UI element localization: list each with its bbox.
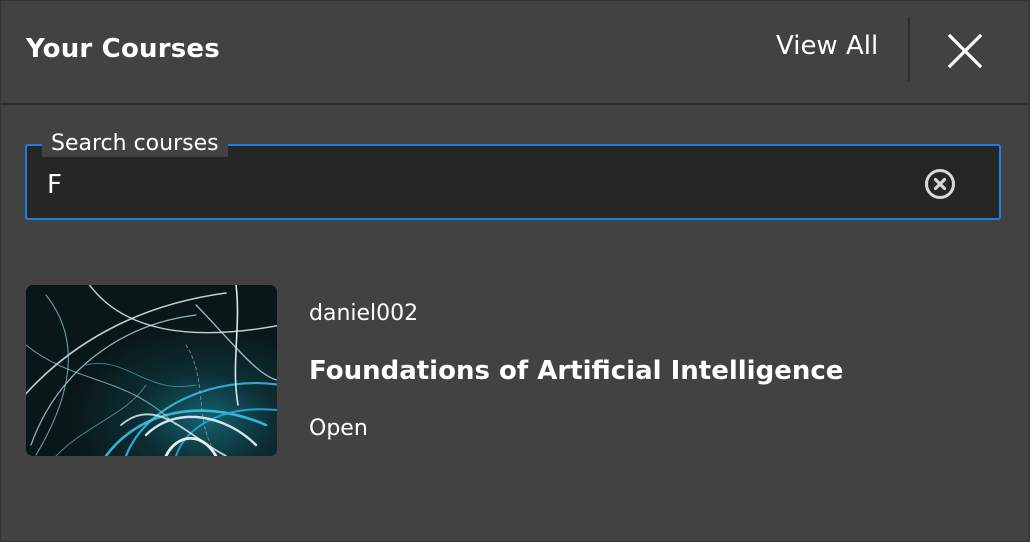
- close-button[interactable]: [941, 27, 989, 75]
- panel-title: Your Courses: [26, 34, 220, 64]
- course-list-item[interactable]: daniel002 Foundations of Artificial Inte…: [26, 285, 1001, 457]
- course-status: Open: [309, 416, 368, 441]
- search-label: Search courses: [42, 131, 228, 157]
- course-thumbnail: [26, 285, 277, 456]
- search-field[interactable]: Search courses: [25, 131, 1001, 220]
- light-streaks-image: [26, 285, 277, 456]
- panel-header: Your Courses View All: [1, 1, 1029, 105]
- course-owner: daniel002: [309, 301, 419, 326]
- search-input[interactable]: [47, 168, 907, 202]
- header-divider: [908, 17, 910, 81]
- view-all-link[interactable]: View All: [776, 31, 878, 61]
- course-title[interactable]: Foundations of Artificial Intelligence: [309, 356, 843, 386]
- clear-circle-icon: [925, 169, 955, 199]
- close-icon: [947, 33, 983, 69]
- clear-search-button[interactable]: [924, 168, 956, 200]
- courses-panel: Your Courses View All Search courses F d…: [0, 0, 1030, 542]
